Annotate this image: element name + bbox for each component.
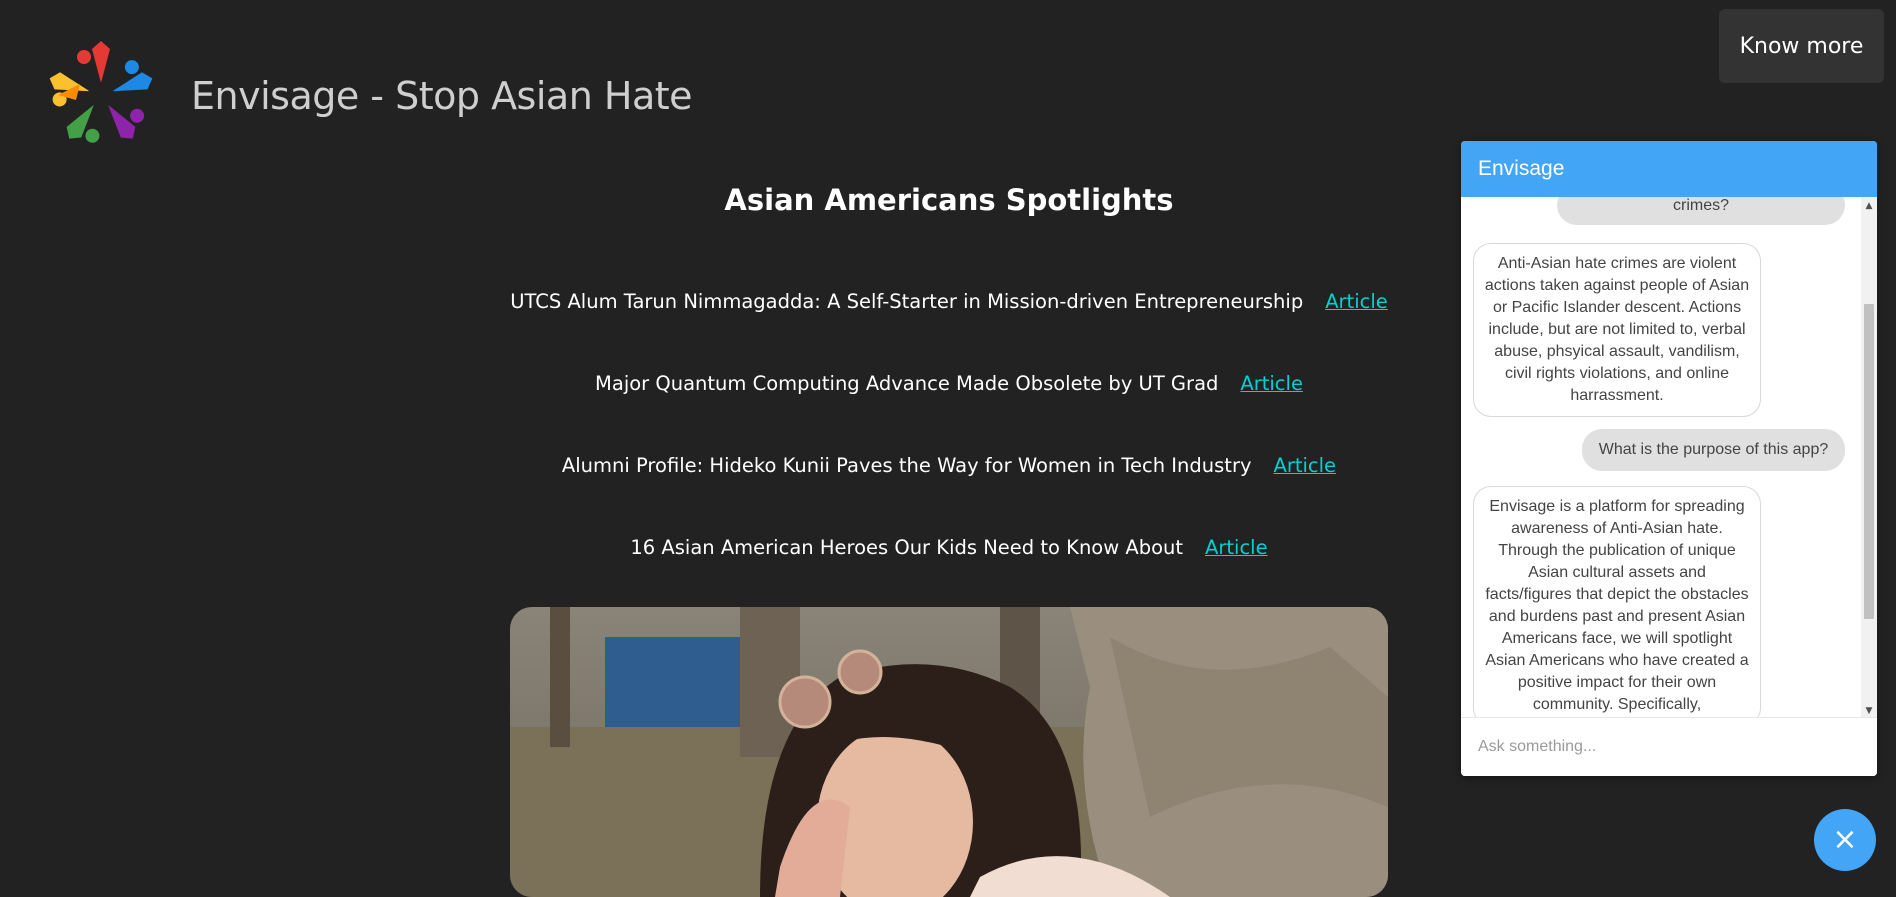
scroll-down-arrow-icon[interactable]: ▼ — [1861, 706, 1877, 716]
close-icon: × — [1832, 822, 1858, 857]
scroll-up-arrow-icon[interactable]: ▲ — [1861, 201, 1877, 211]
user-message: What is the purpose of this app? — [1582, 429, 1845, 471]
bot-message: Anti-Asian hate crimes are violent actio… — [1473, 243, 1761, 417]
chat-input[interactable] — [1461, 718, 1877, 776]
article-row: Alumni Profile: Hideko Kunii Paves the W… — [500, 454, 1398, 536]
section-title: Asian Americans Spotlights — [724, 183, 1174, 217]
article-link[interactable]: Article — [1240, 372, 1303, 395]
article-row: 16 Asian American Heroes Our Kids Need t… — [500, 536, 1398, 618]
article-link[interactable]: Article — [1325, 290, 1388, 313]
article-headline: Alumni Profile: Hideko Kunii Paves the W… — [561, 454, 1252, 477]
user-message: crimes? — [1557, 197, 1845, 225]
chat-scrollbar[interactable]: ▲ ▼ — [1861, 197, 1877, 718]
article-list: UTCS Alum Tarun Nimmagadda: A Self-Start… — [500, 290, 1398, 618]
site-title: Envisage - Stop Asian Hate — [191, 74, 693, 118]
close-chat-button[interactable]: × — [1814, 809, 1876, 871]
spotlight-photo — [510, 607, 1388, 897]
article-link[interactable]: Article — [1274, 454, 1337, 477]
article-headline: Major Quantum Computing Advance Made Obs… — [595, 372, 1219, 395]
article-row: UTCS Alum Tarun Nimmagadda: A Self-Start… — [500, 290, 1398, 372]
article-headline: UTCS Alum Tarun Nimmagadda: A Self-Start… — [510, 290, 1304, 313]
scroll-thumb[interactable] — [1864, 304, 1874, 619]
chat-input-container — [1461, 717, 1877, 776]
article-row: Major Quantum Computing Advance Made Obs… — [500, 372, 1398, 454]
logo-icon — [49, 41, 153, 143]
chat-messages: crimes? Anti-Asian hate crimes are viole… — [1461, 197, 1861, 718]
know-more-button[interactable]: Know more — [1719, 9, 1884, 83]
chat-header-title: Envisage — [1461, 141, 1877, 197]
article-link[interactable]: Article — [1205, 536, 1268, 559]
article-headline: 16 Asian American Heroes Our Kids Need t… — [630, 536, 1184, 559]
bot-message: Envisage is a platform for spreading awa… — [1473, 486, 1761, 718]
chat-widget: Envisage crimes? Anti-Asian hate crimes … — [1461, 141, 1877, 776]
